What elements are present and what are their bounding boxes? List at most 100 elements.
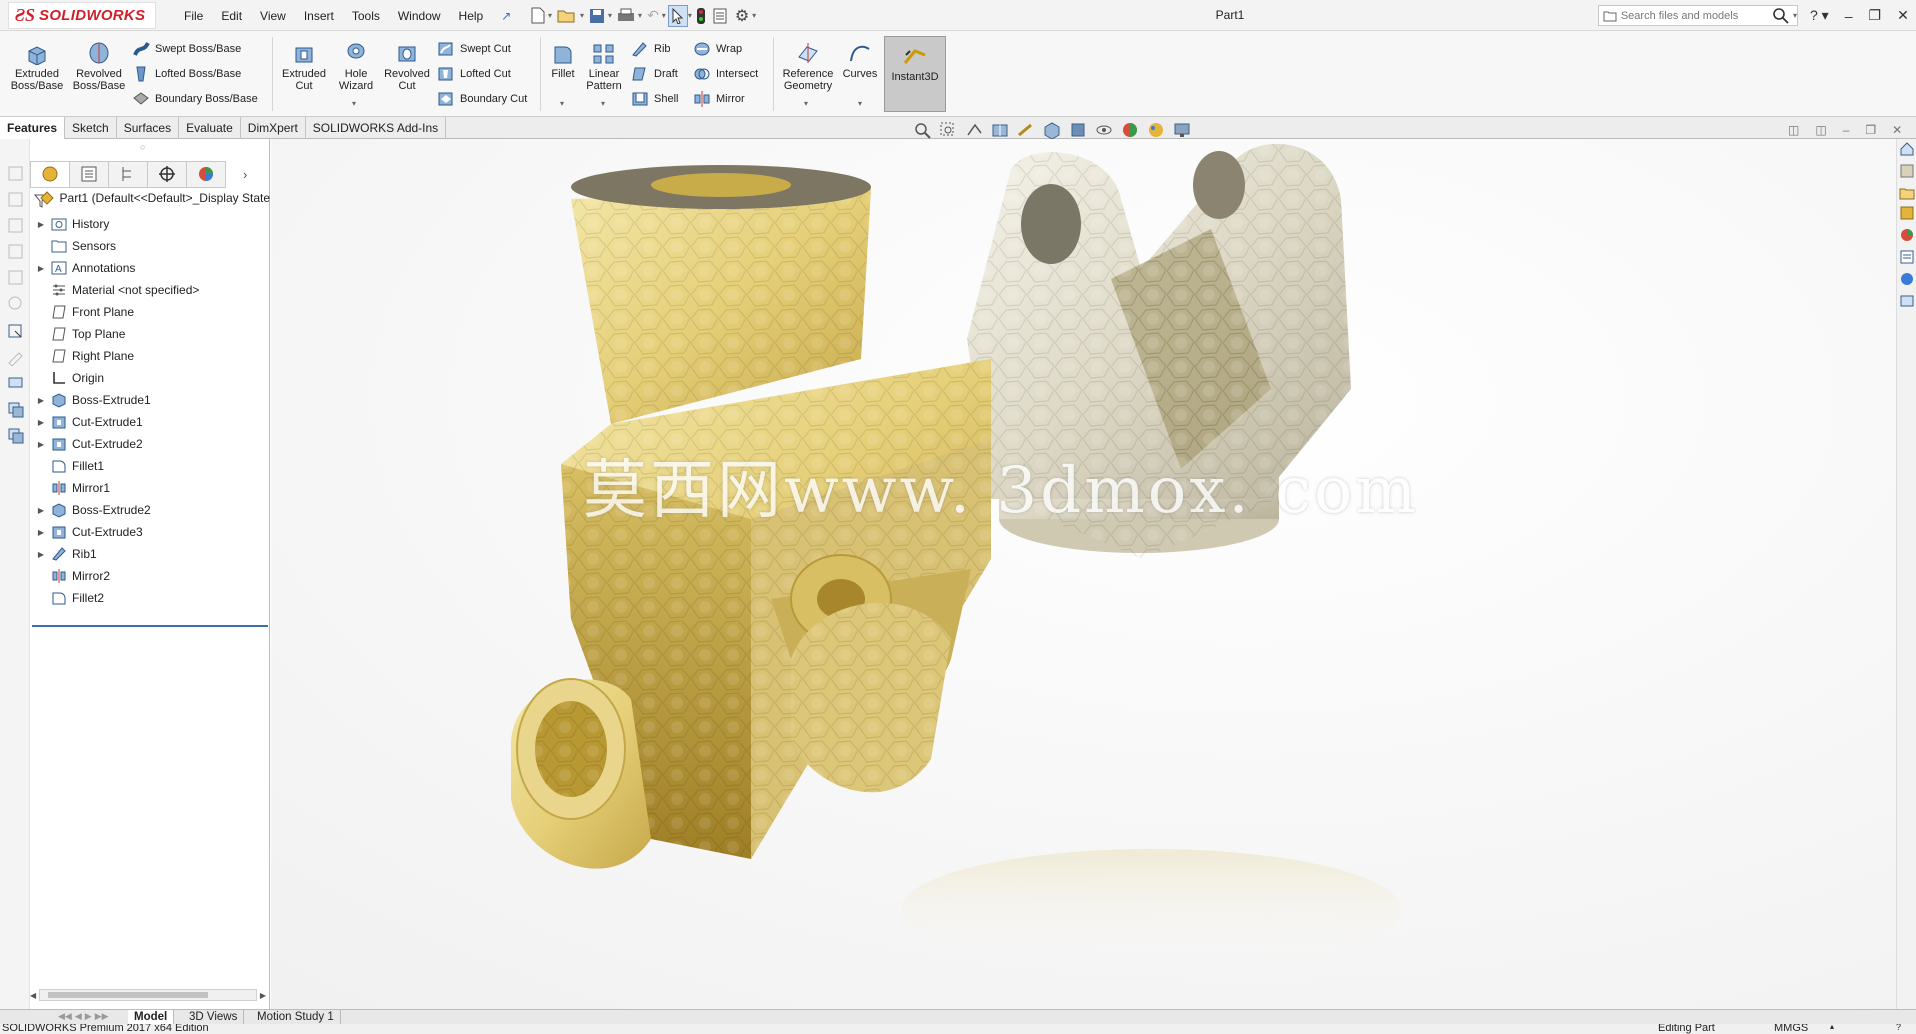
strip-tool-4-icon[interactable]: [7, 243, 24, 260]
help-icon[interactable]: ? ▾: [1805, 7, 1834, 24]
intersect-button[interactable]: Intersect: [693, 63, 758, 85]
expand-tabs-arrow-icon[interactable]: ›: [243, 167, 247, 182]
strip-move-icon[interactable]: [7, 427, 24, 444]
expand-arrow-icon[interactable]: ▶: [36, 418, 46, 427]
restore-icon[interactable]: ❐: [1864, 7, 1887, 24]
select-dropdown-icon[interactable]: ▾: [688, 11, 692, 20]
status-units[interactable]: MMGS: [1774, 1024, 1808, 1034]
search-box[interactable]: ▾: [1598, 5, 1798, 26]
tree-item-fillet2[interactable]: Fillet2: [30, 587, 270, 609]
options-dropdown-icon[interactable]: ▾: [752, 11, 756, 20]
next-tab-icon[interactable]: ▶: [85, 1011, 92, 1022]
view-settings-icon[interactable]: [1172, 121, 1191, 139]
undo-dropdown-icon[interactable]: ▾: [662, 11, 666, 20]
zoom-to-area-icon[interactable]: [938, 121, 957, 139]
tree-item-annotations[interactable]: ▶ A Annotations: [30, 257, 270, 279]
custom-properties-icon[interactable]: [1899, 249, 1915, 265]
pin-menu-icon[interactable]: ↗: [492, 9, 520, 23]
traffic-light-icon[interactable]: [694, 5, 708, 27]
instant3d-button[interactable]: Instant3D: [884, 36, 946, 112]
tree-item-sensors[interactable]: Sensors: [30, 235, 270, 257]
hole-wizard-button[interactable]: Hole Wizard: [327, 41, 385, 92]
strip-tool-3-icon[interactable]: [7, 217, 24, 234]
menu-file[interactable]: File: [175, 9, 212, 23]
tab-scroll-arrows[interactable]: ◀◀ ◀ ▶ ▶▶: [58, 1011, 109, 1022]
reference-geometry-dropdown-icon[interactable]: ▾: [804, 99, 808, 108]
file-explorer-icon[interactable]: [1899, 185, 1915, 201]
appearances-icon[interactable]: [1899, 227, 1915, 243]
view-orientation-icon[interactable]: [1042, 121, 1061, 139]
strip-edit-icon[interactable]: [7, 349, 24, 366]
prev-tab-icon[interactable]: ◀: [75, 1011, 82, 1022]
menu-edit[interactable]: Edit: [212, 9, 251, 23]
rollback-bar[interactable]: [32, 625, 268, 627]
linear-pattern-button[interactable]: Linear Pattern: [576, 41, 632, 92]
curves-dropdown-icon[interactable]: ▾: [858, 99, 862, 108]
search-dropdown-icon[interactable]: ▾: [1793, 11, 1797, 20]
viewport-tile-right-icon[interactable]: ◫: [1815, 123, 1826, 137]
scroll-thumb[interactable]: [48, 992, 209, 998]
scroll-track[interactable]: [39, 989, 257, 1001]
tree-item-boss-extrude1[interactable]: ▶ Boss-Extrude1: [30, 389, 270, 411]
last-tab-icon[interactable]: ▶▶: [95, 1011, 109, 1022]
lofted-cut-button[interactable]: Lofted Cut: [437, 63, 511, 85]
tab-features[interactable]: Features: [0, 117, 66, 139]
tree-item-origin[interactable]: Origin: [30, 367, 270, 389]
menu-help[interactable]: Help: [450, 9, 493, 23]
display-style-icon[interactable]: [1068, 121, 1087, 139]
first-tab-icon[interactable]: ◀◀: [58, 1011, 72, 1022]
strip-tool-5-icon[interactable]: [7, 269, 24, 286]
revolved-cut-button[interactable]: Revolved Cut: [378, 41, 436, 92]
tab-model[interactable]: Model: [128, 1010, 175, 1025]
tree-item-material-not-specified[interactable]: Material <not specified>: [30, 279, 270, 301]
save-icon[interactable]: [586, 5, 608, 27]
menu-tools[interactable]: Tools: [343, 9, 389, 23]
expand-arrow-icon[interactable]: ▶: [36, 506, 46, 515]
tab-sketch[interactable]: Sketch: [65, 117, 117, 139]
tab-evaluate[interactable]: Evaluate: [179, 117, 241, 139]
draft-button[interactable]: Draft: [631, 63, 678, 85]
hole-wizard-dropdown-icon[interactable]: ▾: [352, 99, 356, 108]
previous-view-icon[interactable]: [964, 121, 983, 139]
tab-dimxpert[interactable]: DimXpert: [241, 117, 306, 139]
panel-splitter-handle[interactable]: ○: [140, 142, 145, 152]
menu-view[interactable]: View: [251, 9, 295, 23]
tree-item-cut-extrude1[interactable]: ▶ Cut-Extrude1: [30, 411, 270, 433]
expand-arrow-icon[interactable]: ▶: [36, 264, 46, 273]
new-dropdown-icon[interactable]: ▾: [548, 11, 552, 20]
strip-tool-1-icon[interactable]: [7, 165, 24, 182]
new-document-icon[interactable]: [528, 5, 548, 27]
tree-item-fillet1[interactable]: Fillet1: [30, 455, 270, 477]
boundary-boss-button[interactable]: Boundary Boss/Base: [132, 88, 258, 110]
select-icon[interactable]: [667, 4, 688, 27]
expand-arrow-icon[interactable]: ▶: [36, 396, 46, 405]
close-icon[interactable]: ✕: [1892, 7, 1914, 24]
swept-boss-button[interactable]: Swept Boss/Base: [132, 38, 241, 60]
expand-arrow-icon[interactable]: ▶: [36, 440, 46, 449]
viewport-maximize-icon[interactable]: ❐: [1865, 123, 1876, 137]
tab-displaymanager[interactable]: [186, 160, 226, 188]
strip-select-icon[interactable]: [7, 323, 24, 340]
tree-item-top-plane[interactable]: Top Plane: [30, 323, 270, 345]
open-icon[interactable]: [554, 5, 580, 27]
section-view-icon[interactable]: [990, 121, 1009, 139]
tree-item-cut-extrude3[interactable]: ▶ Cut-Extrude3: [30, 521, 270, 543]
revolved-boss-button[interactable]: Revolved Boss/Base: [70, 41, 128, 92]
3dexperience-icon[interactable]: [1899, 293, 1915, 309]
viewport-close-icon[interactable]: ✕: [1892, 123, 1902, 137]
save-dropdown-icon[interactable]: ▾: [608, 11, 612, 20]
menu-window[interactable]: Window: [389, 9, 450, 23]
print-icon[interactable]: [614, 5, 638, 27]
shell-button[interactable]: Shell: [631, 88, 678, 110]
tree-item-mirror2[interactable]: Mirror2: [30, 565, 270, 587]
tree-item-mirror1[interactable]: Mirror1: [30, 477, 270, 499]
tab-motion-study-1[interactable]: Motion Study 1: [251, 1010, 341, 1025]
zoom-to-fit-icon[interactable]: [912, 121, 931, 139]
tree-horizontal-scrollbar[interactable]: ◀ ▶: [30, 988, 266, 1002]
scroll-right-icon[interactable]: ▶: [260, 991, 266, 1000]
status-help-icon[interactable]: ?: [1896, 1024, 1901, 1032]
strip-tool-6-icon[interactable]: [7, 295, 24, 312]
search-input[interactable]: [1620, 9, 1770, 22]
extruded-boss-button[interactable]: Extruded Boss/Base: [8, 41, 66, 92]
fillet-dropdown-icon[interactable]: ▾: [560, 99, 564, 108]
